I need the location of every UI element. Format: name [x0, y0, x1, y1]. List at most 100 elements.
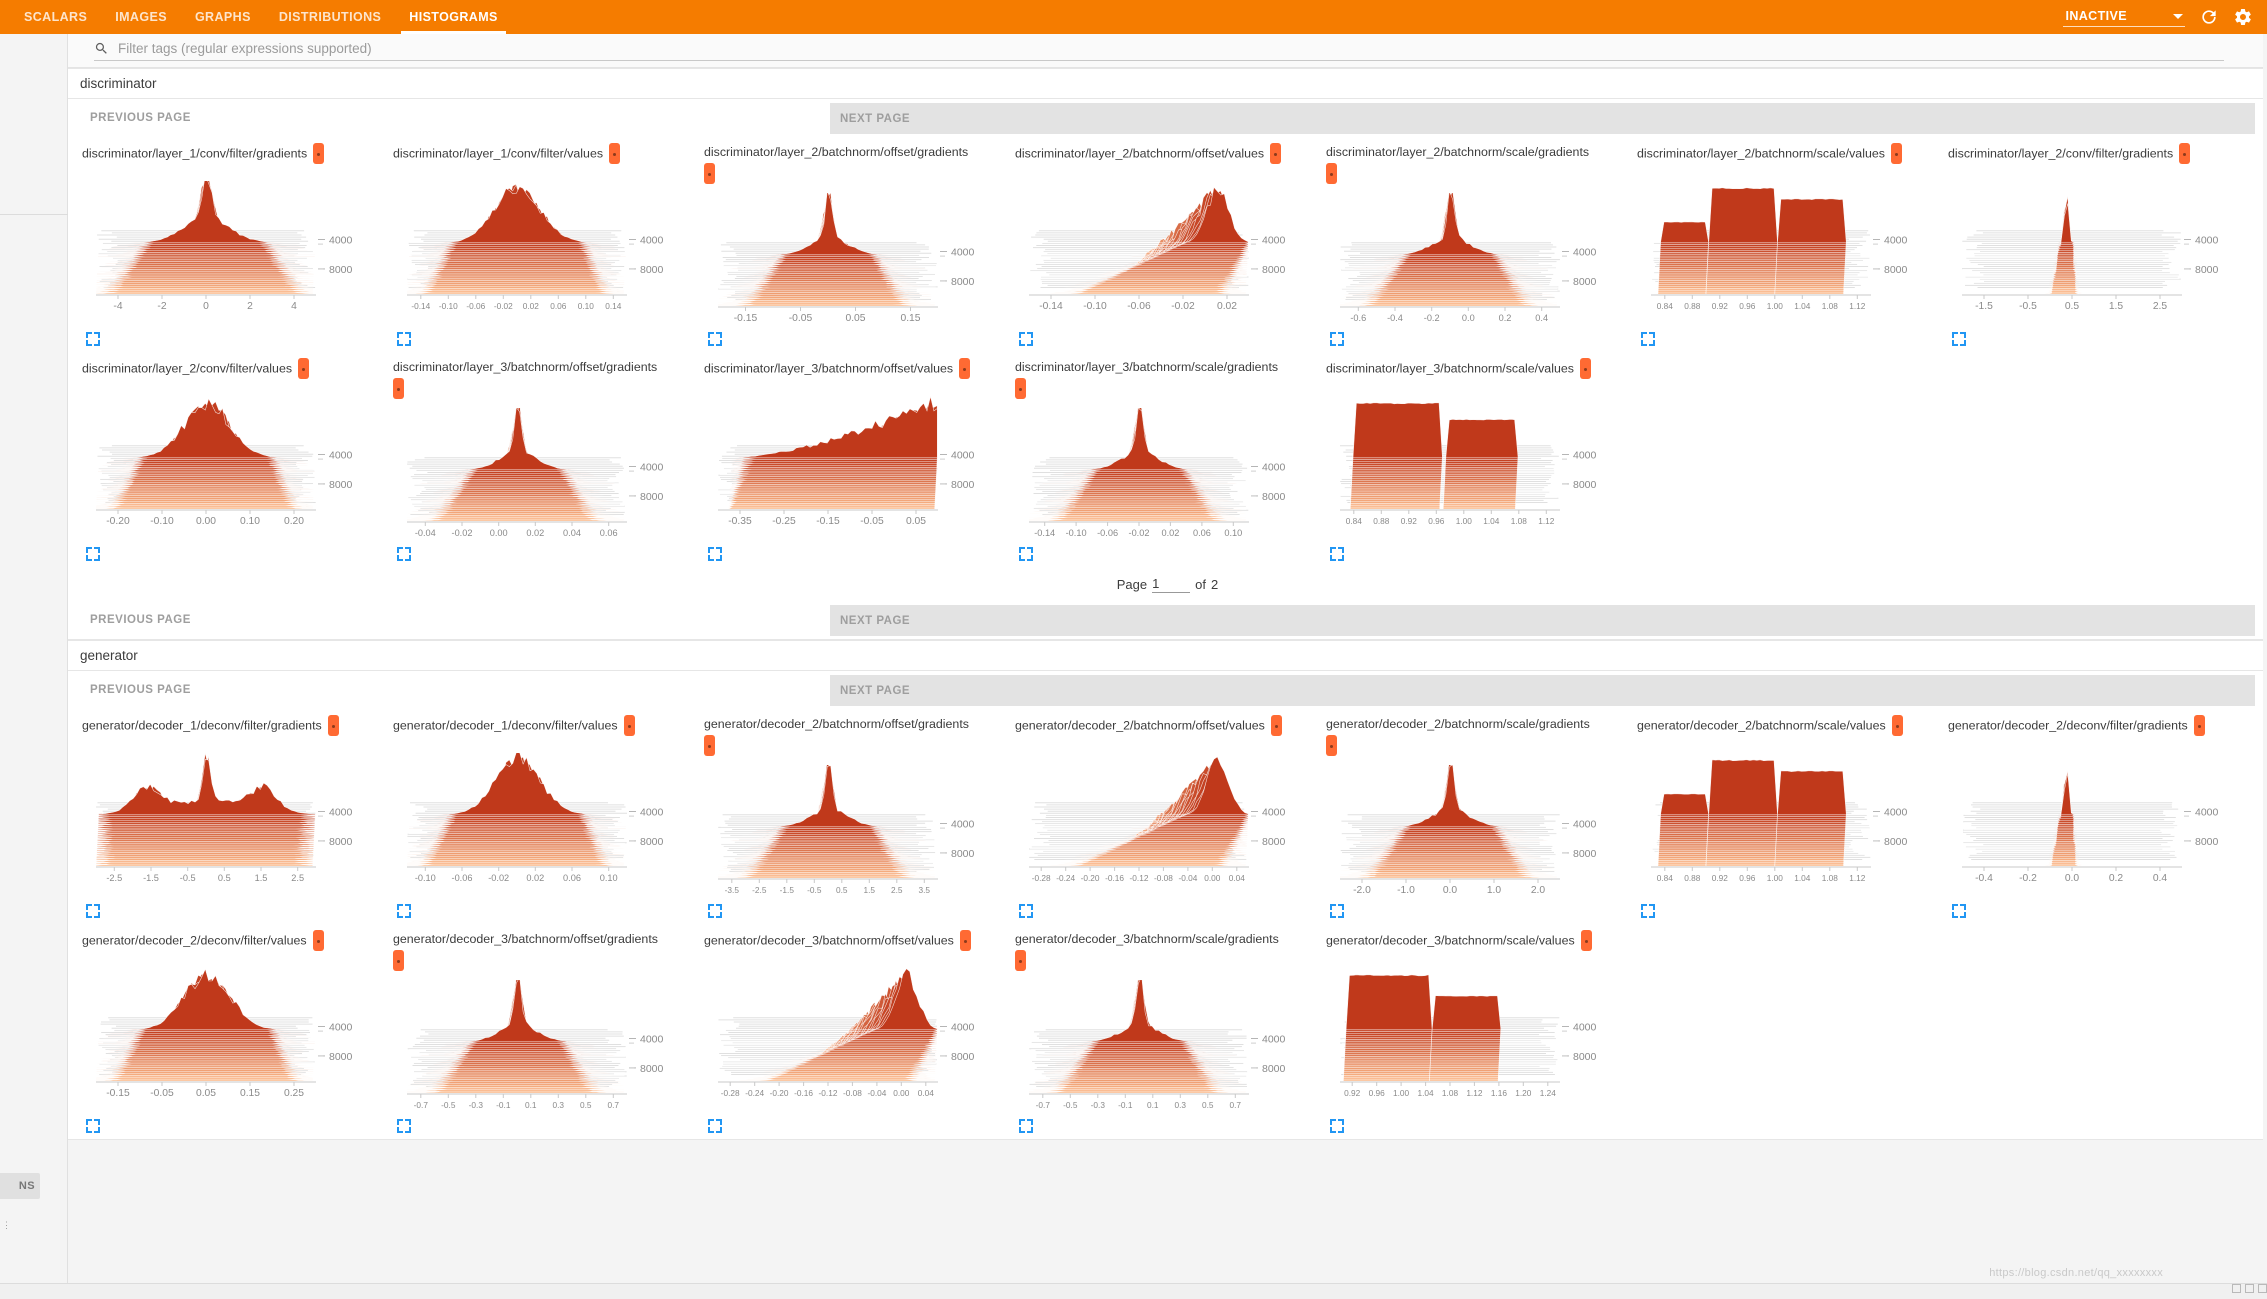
histogram-chart[interactable]: 4000 8000 -0.6 -0.4 -0.2 0.0 0.2 0.4: [1326, 190, 1622, 328]
run-color-badge[interactable]: [704, 163, 715, 184]
expand-icon[interactable]: [86, 547, 100, 561]
histogram-card[interactable]: generator/decoder_3/batchnorm/offset/val…: [696, 924, 1007, 1139]
tab-images[interactable]: IMAGES: [101, 0, 181, 34]
histogram-chart[interactable]: 4000 8000 -0.04 -0.02 0.00 0.02 0.04 0.06: [393, 403, 689, 543]
tab-graphs[interactable]: GRAPHS: [181, 0, 265, 34]
run-color-badge[interactable]: [1326, 163, 1337, 184]
rail-collapsed-chip[interactable]: NS: [0, 1173, 40, 1199]
run-color-badge[interactable]: [609, 143, 621, 164]
histogram-chart[interactable]: 4000 8000 0.84 0.88 0.92 0.96 1.00 1.04 1.08 1.12: [1637, 753, 1933, 888]
run-color-badge[interactable]: [393, 950, 404, 971]
expand-icon[interactable]: [397, 1119, 411, 1133]
histogram-chart[interactable]: 4000 8000 0.92 0.96 1.00 1.04 1.08 1.12 1.16 1.20…: [1326, 968, 1622, 1103]
histogram-chart[interactable]: 4000 8000 -0.28 -0.24 -0.20 -0.16 -0.12 -0.08 -0…: [1015, 753, 1311, 888]
histogram-card[interactable]: discriminator/layer_2/conv/filter/values…: [74, 352, 385, 567]
run-color-badge[interactable]: [1579, 358, 1591, 379]
run-color-badge[interactable]: [1326, 735, 1337, 756]
histogram-chart[interactable]: 4000 8000 -1.5 -0.5 0.5 1.5 2.5: [1948, 181, 2244, 316]
histogram-chart[interactable]: 4000 8000 -0.35 -0.25 -0.15 -0.05 0.05: [704, 396, 1000, 531]
expand-icon[interactable]: [1019, 547, 1033, 561]
histogram-card[interactable]: generator/decoder_2/batchnorm/offset/gra…: [696, 709, 1007, 924]
expand-icon[interactable]: [1952, 904, 1966, 918]
histogram-card[interactable]: discriminator/layer_2/batchnorm/offset/v…: [1007, 137, 1318, 352]
histogram-card[interactable]: discriminator/layer_2/conv/filter/gradie…: [1940, 137, 2251, 352]
run-color-badge[interactable]: [1270, 143, 1282, 164]
histogram-card[interactable]: generator/decoder_1/deconv/filter/gradie…: [74, 709, 385, 924]
run-color-badge[interactable]: [959, 358, 971, 379]
run-color-badge[interactable]: [623, 715, 635, 736]
histogram-chart[interactable]: 4000 8000 -0.7 -0.5 -0.3 -0.1 0.1 0.3 0.5 0.7: [1015, 975, 1311, 1115]
section-header-generator[interactable]: generator: [68, 640, 2267, 671]
expand-icon[interactable]: [708, 904, 722, 918]
previous-page-button[interactable]: PREVIOUS PAGE: [80, 606, 201, 634]
histogram-card[interactable]: generator/decoder_2/batchnorm/scale/valu…: [1629, 709, 1940, 924]
run-color-badge[interactable]: [312, 930, 324, 951]
histogram-card[interactable]: generator/decoder_2/deconv/filter/values…: [74, 924, 385, 1139]
page-number-input[interactable]: [1152, 575, 1191, 593]
histogram-chart[interactable]: 4000 8000 0.84 0.88 0.92 0.96 1.00 1.04 1.08 1.12: [1326, 396, 1622, 531]
histogram-chart[interactable]: 4000 8000 -0.4 -0.2 0.0 0.2 0.4: [1948, 753, 2244, 888]
histogram-chart[interactable]: 4000 8000 -2.5 -1.5 -0.5 0.5 1.5 2.5: [82, 753, 378, 888]
expand-icon[interactable]: [708, 332, 722, 346]
histogram-chart[interactable]: 4000 8000 -0.15 -0.05 0.05 0.15 0.25: [82, 968, 378, 1103]
histogram-chart[interactable]: 4000 8000 -0.7 -0.5 -0.3 -0.1 0.1 0.3 0.5 0.7: [393, 976, 689, 1115]
expand-icon[interactable]: [1641, 904, 1655, 918]
run-color-badge[interactable]: [393, 378, 404, 399]
histogram-card[interactable]: discriminator/layer_3/batchnorm/scale/va…: [1318, 352, 1629, 567]
refresh-icon[interactable]: [2199, 7, 2219, 27]
expand-icon[interactable]: [86, 1119, 100, 1133]
run-color-badge[interactable]: [1891, 715, 1903, 736]
expand-icon[interactable]: [1330, 904, 1344, 918]
histogram-card[interactable]: generator/decoder_3/batchnorm/scale/grad…: [1007, 924, 1318, 1139]
section-header-discriminator[interactable]: discriminator: [68, 68, 2267, 99]
histogram-card[interactable]: discriminator/layer_1/conv/filter/gradie…: [74, 137, 385, 352]
previous-page-button[interactable]: PREVIOUS PAGE: [80, 676, 201, 704]
run-color-badge[interactable]: [1015, 950, 1026, 971]
expand-icon[interactable]: [1019, 332, 1033, 346]
run-color-badge[interactable]: [1015, 378, 1026, 399]
tab-scalars[interactable]: SCALARS: [10, 0, 101, 34]
expand-icon[interactable]: [1330, 332, 1344, 346]
run-color-badge[interactable]: [2193, 715, 2205, 736]
histogram-card[interactable]: discriminator/layer_1/conv/filter/values…: [385, 137, 696, 352]
run-color-badge[interactable]: [2179, 143, 2191, 164]
tab-histograms[interactable]: HISTOGRAMS: [395, 0, 512, 34]
expand-icon[interactable]: [708, 1119, 722, 1133]
histogram-card[interactable]: discriminator/layer_2/batchnorm/offset/g…: [696, 137, 1007, 352]
run-color-badge[interactable]: [327, 715, 339, 736]
histogram-chart[interactable]: 4000 8000 -0.28 -0.24 -0.20 -0.16 -0.12 -0.08 -0…: [704, 968, 1000, 1103]
expand-icon[interactable]: [708, 547, 722, 561]
histogram-chart[interactable]: 4000 8000 -0.14 -0.10 -0.06 -0.02 0.02 0.06 0.10: [1015, 405, 1311, 543]
histogram-chart[interactable]: 4000 8000 -4 -2 0 2 4: [82, 174, 378, 316]
histogram-chart[interactable]: 4000 8000 -0.15 -0.05 0.05 0.15: [704, 190, 1000, 328]
run-color-badge[interactable]: [1890, 143, 1902, 164]
histogram-chart[interactable]: 4000 8000 -0.10 -0.06 -0.02 0.02 0.06 0.10: [393, 752, 689, 888]
expand-icon[interactable]: [1019, 1119, 1033, 1133]
histogram-chart[interactable]: 4000 8000 -0.20 -0.10 0.00 0.10 0.20: [82, 396, 378, 531]
run-status-dropdown[interactable]: INACTIVE: [2063, 7, 2185, 27]
expand-icon[interactable]: [86, 904, 100, 918]
histogram-card[interactable]: generator/decoder_3/batchnorm/scale/valu…: [1318, 924, 1629, 1139]
expand-icon[interactable]: [86, 332, 100, 346]
next-page-button[interactable]: NEXT PAGE: [830, 605, 2255, 636]
histogram-card[interactable]: generator/decoder_1/deconv/filter/values…: [385, 709, 696, 924]
run-color-badge[interactable]: [313, 143, 325, 164]
histogram-card[interactable]: generator/decoder_2/batchnorm/offset/val…: [1007, 709, 1318, 924]
histogram-card[interactable]: generator/decoder_2/batchnorm/scale/grad…: [1318, 709, 1629, 924]
previous-page-button[interactable]: PREVIOUS PAGE: [80, 104, 201, 132]
histogram-chart[interactable]: 4000 8000 0.84 0.88 0.92 0.96 1.00 1.04 1.08 1.12: [1637, 181, 1933, 316]
histogram-card[interactable]: discriminator/layer_2/batchnorm/scale/gr…: [1318, 137, 1629, 352]
run-color-badge[interactable]: [1580, 930, 1592, 951]
histogram-chart[interactable]: 4000 8000 -2.0 -1.0 0.0 1.0 2.0: [1326, 760, 1622, 900]
expand-icon[interactable]: [1641, 332, 1655, 346]
histogram-card[interactable]: generator/decoder_3/batchnorm/offset/gra…: [385, 924, 696, 1139]
run-color-badge[interactable]: [1270, 715, 1282, 736]
histogram-chart[interactable]: 4000 8000 -0.14 -0.10 -0.06 -0.02 0.02 0.06 0.10…: [393, 181, 689, 316]
histogram-chart[interactable]: 4000 8000 -0.14 -0.10 -0.06 -0.02 0.02: [1015, 181, 1311, 316]
expand-icon[interactable]: [1330, 1119, 1344, 1133]
rail-handle-dots[interactable]: ⋮: [2, 1221, 11, 1230]
histogram-card[interactable]: discriminator/layer_3/batchnorm/offset/g…: [385, 352, 696, 567]
run-color-badge[interactable]: [959, 930, 971, 951]
expand-icon[interactable]: [397, 904, 411, 918]
next-page-button[interactable]: NEXT PAGE: [830, 675, 2255, 706]
